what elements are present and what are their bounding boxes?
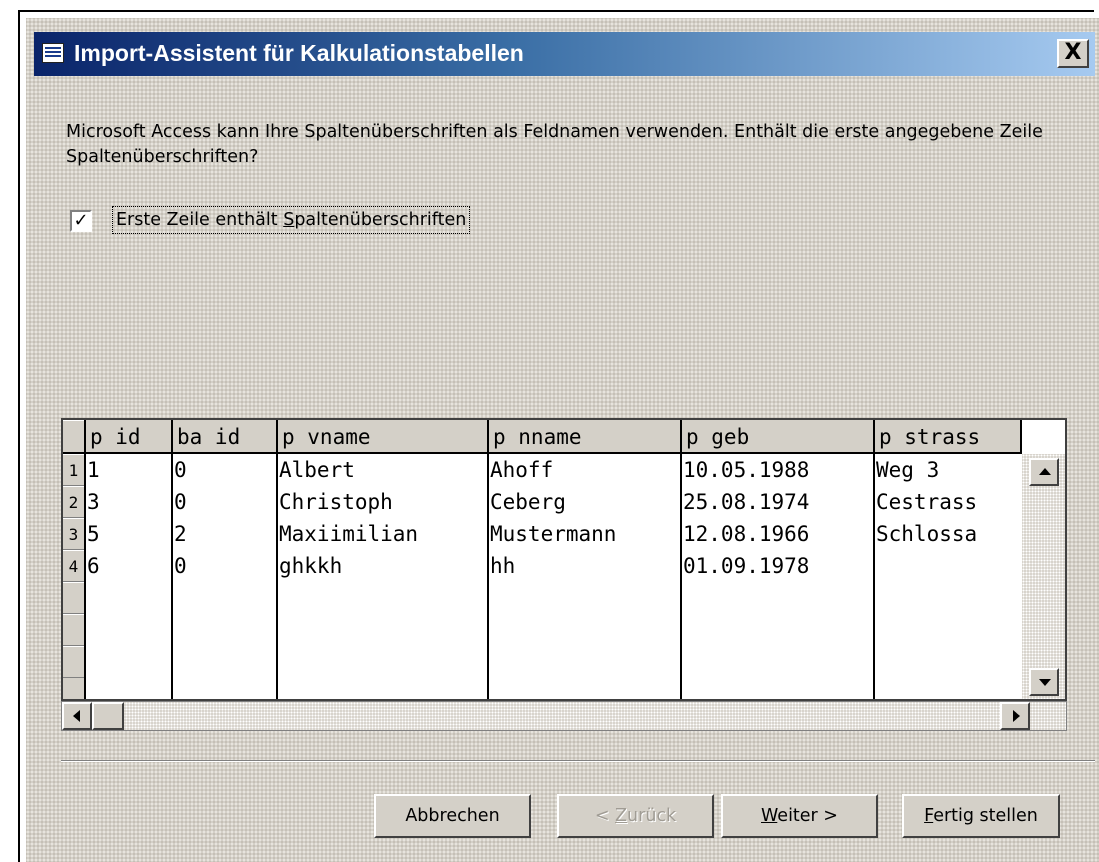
checkmark-icon: ✓ xyxy=(73,210,89,231)
table-cell: Maxiimilian xyxy=(279,522,419,546)
column-header[interactable]: p strass xyxy=(875,420,1022,454)
scroll-thumb[interactable] xyxy=(92,702,124,730)
table-cell: 5 xyxy=(87,522,100,546)
table-cell: ghkkh xyxy=(279,554,343,578)
table-cell: Cestrass xyxy=(876,490,978,514)
column-header[interactable]: p id xyxy=(86,420,171,454)
table-cell: 3 xyxy=(87,490,100,514)
arrow-left-icon xyxy=(73,710,80,722)
column-ba-id[interactable]: ba id 0 0 2 0 xyxy=(173,420,278,699)
table-cell: 0 xyxy=(174,458,187,482)
row-number-empty xyxy=(63,646,84,678)
instruction-text: Microsoft Access kann Ihre Spaltenübersc… xyxy=(66,122,1043,167)
scroll-down-button[interactable] xyxy=(1029,668,1059,696)
vertical-scrollbar[interactable] xyxy=(1022,454,1065,699)
arrow-right-icon xyxy=(1013,710,1020,722)
finish-mnemonic: F xyxy=(924,806,934,826)
cancel-button[interactable]: Abbrechen xyxy=(374,794,531,838)
table-cell: 2 xyxy=(174,522,187,546)
back-label-post: urück xyxy=(627,806,677,826)
table-cell: Ceberg xyxy=(490,490,566,514)
table-cell: 0 xyxy=(174,554,187,578)
title-bar[interactable]: Import-Assistent für Kalkulationstabelle… xyxy=(34,32,1095,76)
back-button[interactable]: < Zurück xyxy=(557,794,714,838)
first-row-headers-label[interactable]: Erste Zeile enthält Spaltenüberschriften xyxy=(112,206,471,234)
data-preview-grid[interactable]: 1 2 3 4 p id 1 3 5 6 ba id 0 0 2 0 p vna… xyxy=(61,418,1067,701)
scroll-up-button[interactable] xyxy=(1029,458,1059,486)
back-mnemonic: Z xyxy=(615,806,628,826)
table-cell: Weg 3 xyxy=(876,458,940,482)
first-row-headers-checkbox[interactable]: ✓ xyxy=(70,210,92,232)
divider xyxy=(61,760,1095,762)
next-label-post: eiter > xyxy=(777,806,838,826)
column-header[interactable]: ba id xyxy=(173,420,276,454)
label-text-pre: Erste Zeile enthält xyxy=(116,210,284,230)
table-cell: 0 xyxy=(174,490,187,514)
table-cell: 6 xyxy=(87,554,100,578)
horizontal-scrollbar[interactable] xyxy=(61,701,1067,731)
corner-cell xyxy=(63,420,84,454)
table-cell: hh xyxy=(490,554,516,578)
dialog-title: Import-Assistent für Kalkulationstabelle… xyxy=(74,40,524,66)
column-header[interactable]: p vname xyxy=(278,420,487,454)
row-number-empty xyxy=(63,614,84,646)
arrow-up-icon xyxy=(1039,468,1051,475)
row-number-empty xyxy=(63,582,84,614)
column-p-nname[interactable]: p nname Ahoff Ceberg Mustermann hh xyxy=(489,420,682,699)
column-p-id[interactable]: p id 1 3 5 6 xyxy=(86,420,173,699)
cancel-label: Abbrechen xyxy=(405,806,500,826)
table-cell: 10.05.1988 xyxy=(683,458,810,482)
next-mnemonic: W xyxy=(761,806,778,826)
table-cell: 25.08.1974 xyxy=(683,490,810,514)
next-button[interactable]: Weiter > xyxy=(721,794,878,838)
table-icon xyxy=(42,43,64,63)
label-text-post: paltenüberschriften xyxy=(294,210,467,230)
table-cell: Ahoff xyxy=(490,458,554,482)
table-cell: Schlossa xyxy=(876,522,978,546)
row-header-column: 1 2 3 4 xyxy=(63,420,86,699)
table-cell xyxy=(875,550,1022,582)
table-cell: 01.09.1978 xyxy=(683,554,810,578)
table-cell: Christoph xyxy=(279,490,393,514)
arrow-down-icon xyxy=(1039,679,1051,686)
finish-button[interactable]: Fertig stellen xyxy=(902,794,1060,838)
table-cell: 1 xyxy=(87,458,100,482)
row-number[interactable]: 4 xyxy=(63,550,84,582)
table-cell: Mustermann xyxy=(490,522,617,546)
scroll-left-button[interactable] xyxy=(62,702,92,730)
row-number[interactable]: 2 xyxy=(63,486,84,518)
column-p-strass[interactable]: p strass Weg 3 Cestrass Schlossa xyxy=(875,420,1022,699)
close-button[interactable]: X xyxy=(1057,39,1089,68)
table-cell: Albert xyxy=(279,458,355,482)
close-icon: X xyxy=(1064,40,1082,65)
column-header[interactable]: p nname xyxy=(489,420,680,454)
scroll-right-button[interactable] xyxy=(1000,702,1030,730)
import-wizard-dialog: Import-Assistent für Kalkulationstabelle… xyxy=(26,18,1099,862)
back-label-pre: < xyxy=(594,806,616,826)
column-p-vname[interactable]: p vname Albert Christoph Maxiimilian ghk… xyxy=(278,420,489,699)
finish-label-post: ertig stellen xyxy=(933,806,1038,826)
column-header[interactable]: p geb xyxy=(682,420,873,454)
row-number[interactable]: 1 xyxy=(63,454,84,486)
column-p-geb[interactable]: p geb 10.05.1988 25.08.1974 12.08.1966 0… xyxy=(682,420,875,699)
label-mnemonic: S xyxy=(283,210,295,230)
row-number[interactable]: 3 xyxy=(63,518,84,550)
table-cell: 12.08.1966 xyxy=(683,522,810,546)
